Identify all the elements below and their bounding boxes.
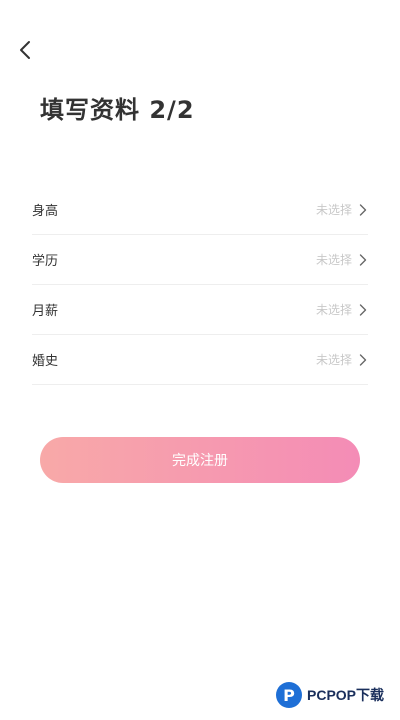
chevron-right-icon	[358, 253, 368, 267]
marital-history-row[interactable]: 婚史 未选择	[32, 335, 368, 385]
education-row[interactable]: 学历 未选择	[32, 235, 368, 285]
watermark-text: PCPOP下载	[307, 687, 385, 703]
height-value: 未选择	[315, 203, 352, 217]
salary-row[interactable]: 月薪 未选择	[32, 285, 368, 335]
profile-form: 身高 未选择 学历 未选择 月薪 未选择 婚史 未选择	[32, 185, 368, 385]
marital-history-value: 未选择	[315, 353, 352, 367]
education-label: 学历	[32, 254, 59, 269]
chevron-right-icon	[358, 203, 368, 217]
page-title: 填写资料 2/2	[40, 96, 195, 124]
watermark: P PCPOP下载	[276, 682, 384, 708]
height-row[interactable]: 身高 未选择	[32, 185, 368, 235]
height-label: 身高	[32, 204, 59, 219]
chevron-right-icon	[358, 303, 368, 317]
salary-label: 月薪	[32, 304, 59, 319]
back-button[interactable]	[10, 34, 42, 66]
marital-history-label: 婚史	[32, 354, 59, 369]
chevron-right-icon	[358, 353, 368, 367]
salary-value: 未选择	[315, 303, 352, 317]
complete-registration-button[interactable]: 完成注册	[40, 437, 360, 483]
education-value: 未选择	[315, 253, 352, 267]
pcpop-logo-icon: P	[276, 682, 302, 708]
chevron-left-icon	[20, 41, 30, 59]
